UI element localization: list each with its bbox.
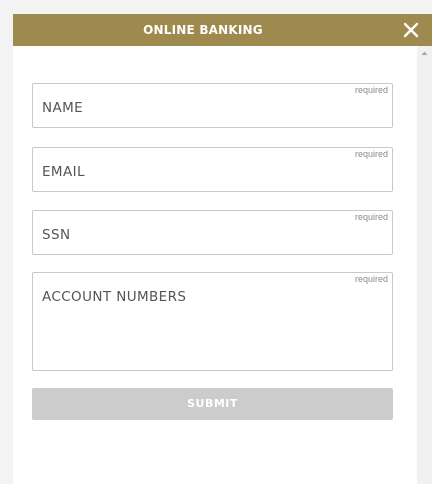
modal-title: ONLINE BANKING bbox=[143, 23, 263, 37]
required-indicator: required bbox=[354, 212, 388, 222]
account-numbers-field-label: ACCOUNT NUMBERS bbox=[42, 289, 187, 305]
required-indicator: required bbox=[354, 274, 388, 284]
submit-button[interactable]: SUBMIT bbox=[32, 388, 393, 420]
close-icon bbox=[403, 22, 419, 38]
email-field-label: EMAIL bbox=[42, 164, 85, 180]
online-banking-modal: ONLINE BANKING NAME required EMAIL requi… bbox=[13, 14, 432, 484]
name-field[interactable]: NAME required bbox=[32, 83, 393, 128]
modal-header: ONLINE BANKING bbox=[13, 14, 432, 46]
close-button[interactable] bbox=[399, 18, 423, 42]
chevron-up-icon bbox=[421, 51, 428, 55]
scrollbar[interactable] bbox=[417, 46, 432, 484]
required-indicator: required bbox=[354, 85, 388, 95]
scroll-up-arrow[interactable] bbox=[417, 46, 432, 62]
ssn-field[interactable]: SSN required bbox=[32, 210, 393, 255]
name-field-label: NAME bbox=[42, 100, 84, 116]
ssn-field-label: SSN bbox=[42, 227, 71, 243]
required-indicator: required bbox=[354, 149, 388, 159]
account-numbers-field[interactable]: ACCOUNT NUMBERS required bbox=[32, 272, 393, 371]
email-field[interactable]: EMAIL required bbox=[32, 147, 393, 192]
